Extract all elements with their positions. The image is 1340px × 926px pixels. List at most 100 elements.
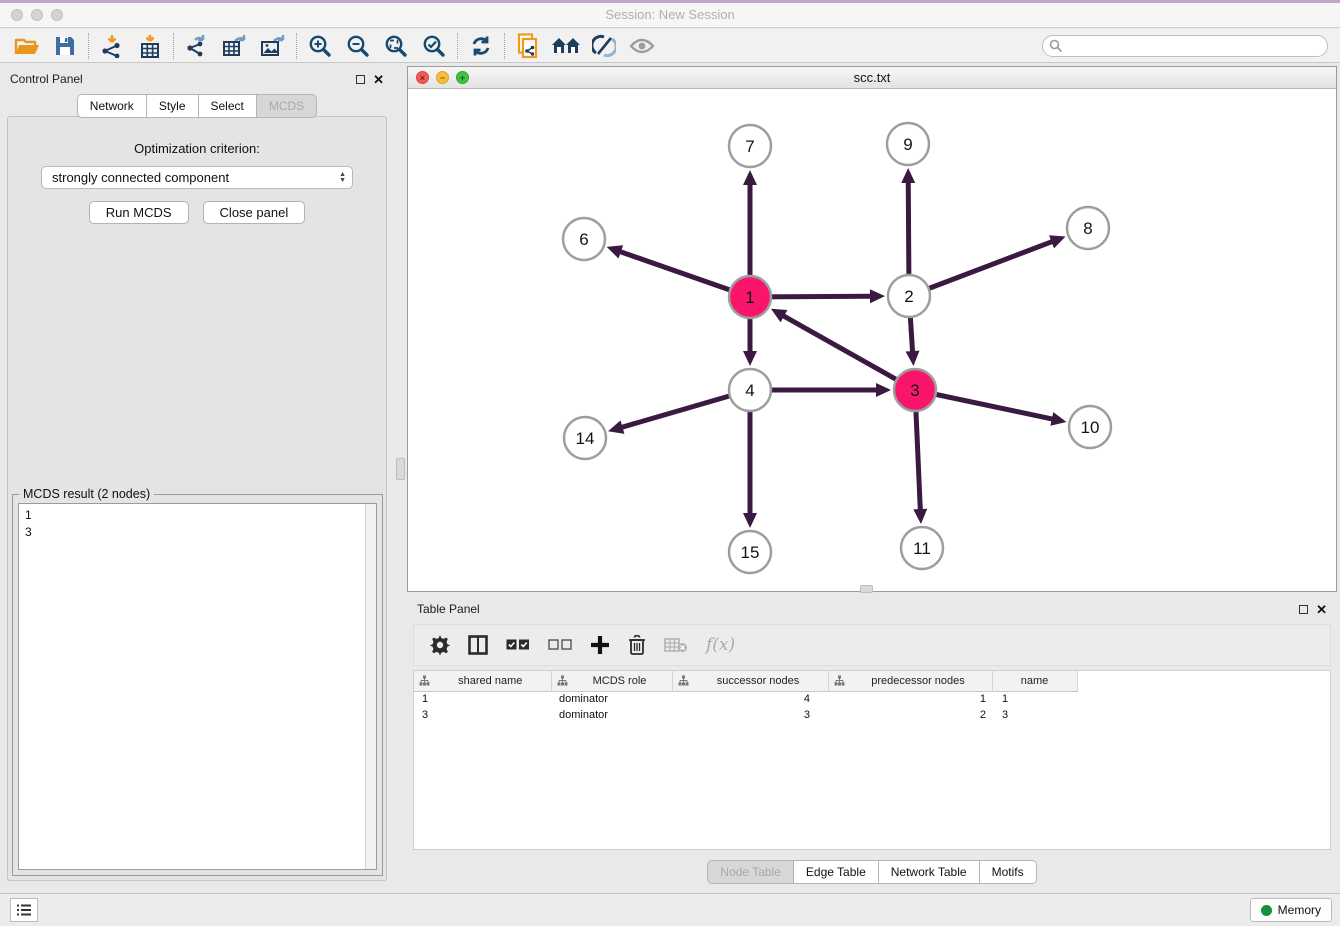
gear-icon[interactable]	[430, 635, 450, 655]
column-type-icon	[834, 675, 845, 686]
zoom-out-button[interactable]	[339, 31, 377, 61]
open-folder-icon	[14, 35, 40, 57]
graph-node-label: 10	[1081, 418, 1100, 437]
horizontal-splitter-grip[interactable]	[860, 585, 873, 593]
export-network-button[interactable]	[178, 31, 216, 61]
mcds-result-list[interactable]: 13	[18, 503, 377, 870]
zoom-in-button[interactable]	[301, 31, 339, 61]
float-table-panel-icon[interactable]	[1299, 605, 1308, 614]
close-table-panel-icon[interactable]: ✕	[1316, 603, 1327, 616]
eye-slash-button[interactable]	[585, 31, 623, 61]
column-header-name[interactable]: name	[992, 671, 1077, 691]
network-window-titlebar: × − + scc.txt	[408, 67, 1336, 89]
dropdown-stepper-icon: ▲▼	[339, 172, 346, 184]
save-session-button[interactable]	[46, 31, 84, 61]
graph-edge-2-8[interactable]	[909, 242, 1052, 296]
export-image-button[interactable]	[254, 31, 292, 61]
table-cell[interactable]: 3	[672, 707, 828, 723]
memory-button[interactable]: Memory	[1250, 898, 1332, 922]
table-cell[interactable]: 1	[828, 691, 992, 707]
network-canvas[interactable]: 7968124314101511	[408, 89, 1336, 591]
table-cell[interactable]: dominator	[551, 707, 672, 723]
table-cell[interactable]: dominator	[551, 691, 672, 707]
checked-boxes-icon[interactable]	[506, 639, 530, 651]
export-network-icon	[185, 34, 209, 58]
table-cell[interactable]: 1	[992, 691, 1077, 707]
vertical-splitter-grip[interactable]	[396, 458, 405, 480]
eye-icon	[629, 37, 655, 55]
graph-node-label: 9	[903, 135, 912, 154]
main-toolbar	[0, 29, 1340, 63]
tab-node-table[interactable]: Node Table	[707, 860, 793, 884]
tab-edge-table[interactable]: Edge Table	[793, 860, 878, 884]
column-header-successor-nodes[interactable]: successor nodes	[672, 671, 828, 691]
table-row[interactable]: 3dominator323	[414, 707, 1077, 723]
trash-icon[interactable]	[628, 635, 646, 655]
network-minimize-button[interactable]: −	[436, 71, 449, 84]
zoom-out-icon	[346, 34, 370, 58]
refresh-view-button[interactable]	[462, 31, 500, 61]
table-cell[interactable]: 4	[672, 691, 828, 707]
result-scrollbar[interactable]	[365, 504, 376, 869]
clone-network-button[interactable]	[509, 31, 547, 61]
close-panel-button[interactable]: Close panel	[203, 201, 306, 224]
eye-slash-icon	[592, 34, 616, 58]
save-floppy-icon	[54, 35, 76, 57]
tab-network-table[interactable]: Network Table	[878, 860, 979, 884]
network-close-button[interactable]: ×	[416, 71, 429, 84]
import-network-icon	[100, 34, 124, 58]
mcds-result-title: MCDS result (2 nodes)	[19, 487, 154, 501]
zoom-selected-button[interactable]	[415, 31, 453, 61]
close-panel-icon[interactable]: ✕	[373, 73, 384, 86]
table-toolbar: f(x)	[413, 624, 1331, 666]
dropdown-value: strongly connected component	[52, 170, 229, 185]
network-maximize-button[interactable]: +	[456, 71, 469, 84]
import-table-button[interactable]	[131, 31, 169, 61]
tab-select[interactable]: Select	[198, 94, 256, 118]
float-panel-icon[interactable]	[356, 75, 365, 84]
graph-edge-arrowhead	[743, 170, 757, 185]
columns-icon[interactable]	[468, 635, 488, 655]
table-cell[interactable]: 3	[992, 707, 1077, 723]
task-history-button[interactable]	[10, 898, 38, 922]
control-panel-header: Control Panel ✕	[0, 66, 394, 92]
table-panel: Table Panel ✕	[407, 596, 1337, 890]
run-mcds-button[interactable]: Run MCDS	[89, 201, 189, 224]
search-icon	[1049, 39, 1063, 53]
column-header-predecessor-nodes[interactable]: predecessor nodes	[828, 671, 992, 691]
open-session-button[interactable]	[8, 31, 46, 61]
mcds-result-item: 1	[25, 507, 370, 524]
import-network-button[interactable]	[93, 31, 131, 61]
node-table[interactable]: shared nameMCDS rolesuccessor nodesprede…	[413, 670, 1331, 850]
column-header-shared-name[interactable]: shared name	[414, 671, 551, 691]
search-input[interactable]	[1042, 35, 1328, 57]
optimization-criterion-dropdown[interactable]: strongly connected component ▲▼	[41, 166, 353, 189]
houses-button[interactable]	[547, 31, 585, 61]
tab-mcds[interactable]: MCDS	[256, 94, 317, 118]
tab-style[interactable]: Style	[146, 94, 198, 118]
delete-table-icon	[664, 637, 688, 653]
unchecked-boxes-icon[interactable]	[548, 639, 572, 651]
tab-motifs[interactable]: Motifs	[979, 860, 1037, 884]
table-cell[interactable]: 1	[414, 691, 551, 707]
table-cell[interactable]: 2	[828, 707, 992, 723]
table-cell[interactable]: 3	[414, 707, 551, 723]
toolbar-separator	[296, 33, 297, 59]
add-column-icon[interactable]	[590, 635, 610, 655]
zoom-fit-button[interactable]	[377, 31, 415, 61]
column-type-icon	[678, 675, 689, 686]
tab-network[interactable]: Network	[77, 94, 146, 118]
memory-status-dot	[1261, 905, 1272, 916]
export-table-button[interactable]	[216, 31, 254, 61]
control-panel: Control Panel ✕ Network Style Select MCD…	[0, 66, 394, 884]
table-row[interactable]: 1dominator411	[414, 691, 1077, 707]
column-header-MCDS-role[interactable]: MCDS role	[551, 671, 672, 691]
graph-edge-3-1[interactable]	[784, 316, 915, 390]
function-builder-icon: f(x)	[706, 635, 735, 655]
application-window: Session: New Session	[0, 0, 1340, 926]
eye-button[interactable]	[623, 31, 661, 61]
graph-node-label: 6	[579, 230, 588, 249]
export-image-icon	[260, 34, 286, 58]
titlebar: Session: New Session	[0, 0, 1340, 28]
graph-node-label: 15	[741, 543, 760, 562]
